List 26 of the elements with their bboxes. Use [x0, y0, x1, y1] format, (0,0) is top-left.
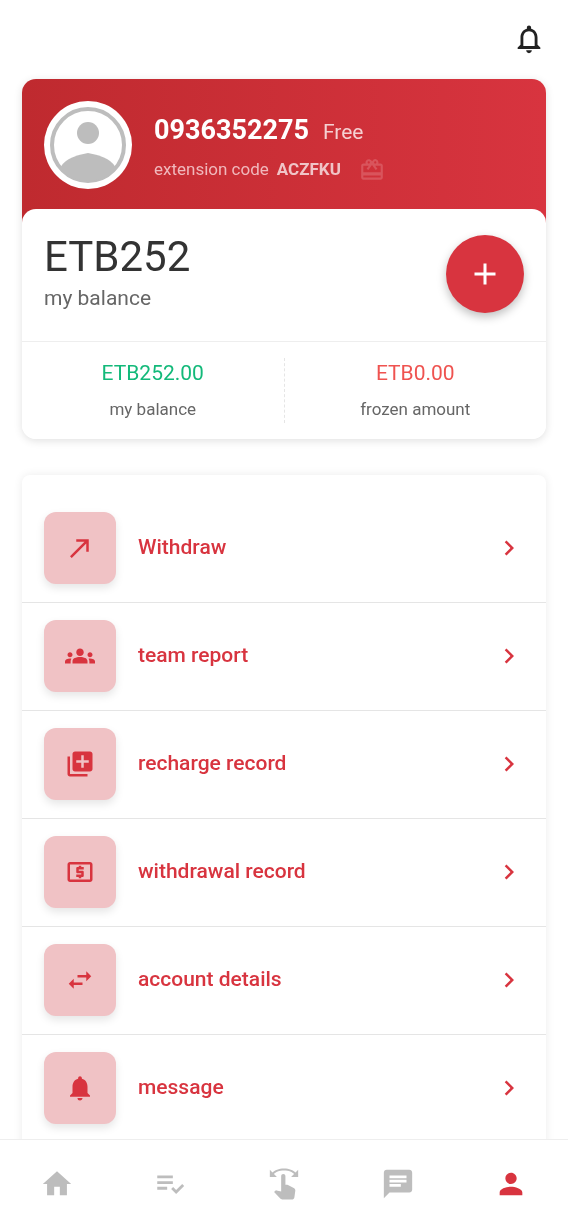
menu-item[interactable]: account details: [22, 926, 546, 1035]
extension-code-label: extension code: [154, 157, 269, 181]
stat-value: ETB252.00: [101, 359, 204, 387]
stat-label: frozen amount: [360, 398, 471, 421]
balance-label: my balance: [44, 285, 153, 312]
stat-label: my balance: [109, 398, 197, 421]
gift-icon[interactable]: [358, 156, 385, 183]
menu-item[interactable]: withdrawal record: [22, 818, 546, 927]
menu-label: withdrawal record: [138, 858, 307, 886]
membership-level: Free: [322, 119, 364, 146]
phone-number: 0936352275: [154, 113, 309, 148]
person-silhouette-icon: [50, 107, 126, 183]
menu-label: message: [138, 1074, 225, 1102]
menu-label: team report: [138, 642, 250, 670]
balance-amount: ETB252: [44, 233, 191, 281]
extension-code: ACZFKU: [276, 157, 341, 181]
menu-item[interactable]: team report: [22, 602, 546, 711]
menu-label: Withdraw: [138, 534, 228, 562]
menu-label: account details: [138, 966, 283, 994]
menu-label: recharge record: [138, 750, 288, 778]
stat-value: ETB0.00: [375, 359, 455, 387]
menu-item[interactable]: recharge record: [22, 710, 546, 819]
swipe-icon: [267, 1166, 301, 1201]
add-funds-button[interactable]: [446, 234, 524, 313]
add-stack-icon: [65, 749, 95, 779]
menu-item[interactable]: Withdraw: [22, 494, 546, 603]
